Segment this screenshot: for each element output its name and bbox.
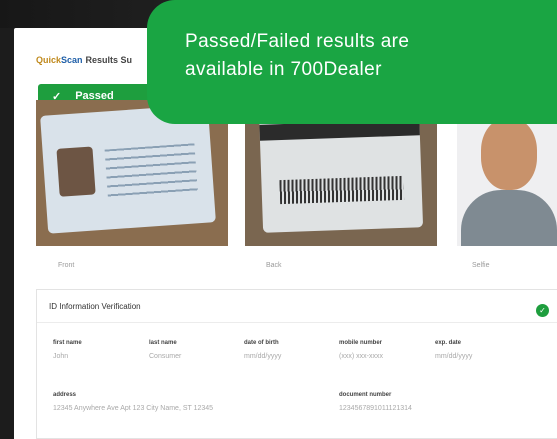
brand-quick-text: Quick — [36, 55, 62, 65]
exp-date-value: mm/dd/yyyy — [435, 353, 473, 360]
dob-value: mm/dd/yyyy — [244, 353, 282, 360]
section-divider — [37, 322, 557, 323]
id-verification-section: ID Information Verification ✓ first name… — [36, 289, 557, 439]
address-label: address — [53, 392, 77, 398]
last-name-label: last name — [149, 340, 177, 346]
selfie-face — [481, 118, 537, 190]
info-callout: Passed/Failed results are available in 7… — [147, 0, 557, 124]
first-name-label: first name — [53, 340, 82, 346]
mobile-number-label: mobile number — [339, 340, 383, 346]
document-number-label: document number — [339, 392, 392, 398]
selfie-shoulders — [461, 190, 557, 246]
brand-scan-text: Scan — [61, 55, 83, 65]
verified-check-icon: ✓ — [536, 304, 549, 317]
exp-date-label: exp. date — [435, 340, 462, 346]
last-name-value: Consumer — [149, 353, 182, 360]
id-card-back — [258, 105, 424, 233]
section-title: ID Information Verification — [49, 302, 141, 311]
front-caption: Front — [58, 262, 75, 269]
callout-line-1: Passed/Failed results are — [185, 31, 410, 52]
barcode — [279, 175, 405, 205]
results-summary-heading: Results Su — [85, 55, 133, 65]
id-portrait — [56, 146, 96, 197]
selfie-caption: Selfie — [472, 262, 490, 269]
dob-label: date of birth — [244, 340, 279, 346]
id-text-lines — [104, 143, 198, 200]
mobile-number-value: (xxx) xxx-xxxx — [339, 353, 383, 360]
first-name-value: John — [53, 353, 69, 360]
document-number-value: 1234567891011121314 — [339, 405, 412, 412]
quickscan-brand: QuickScan Results Su — [36, 55, 132, 65]
back-caption: Back — [266, 262, 282, 269]
callout-line-2: available in 700Dealer — [185, 59, 382, 80]
address-value: 12345 Anywhere Ave Apt 123 City Name, ST… — [53, 405, 214, 412]
